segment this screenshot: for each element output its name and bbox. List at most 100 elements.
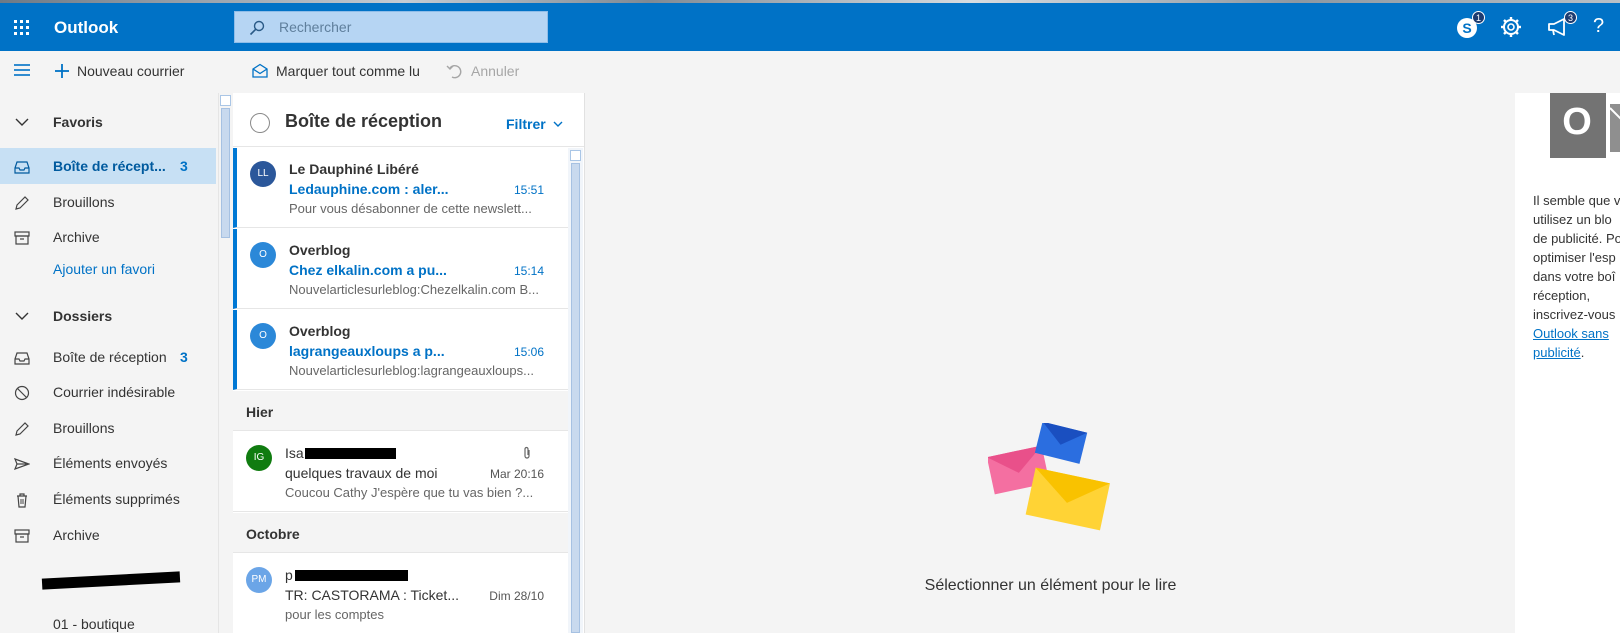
svg-text:S: S (1462, 20, 1471, 36)
folder-drafts[interactable]: Brouillons (0, 410, 216, 446)
folder-deleted[interactable]: Éléments supprimés (0, 481, 216, 517)
avatar: IG (246, 445, 272, 471)
favorite-inbox-count: 3 (180, 158, 188, 174)
message-sender: Le Dauphiné Libéré (289, 161, 419, 177)
feedback-badge: 3 (1564, 11, 1577, 24)
redacted-sender (295, 570, 408, 581)
search-box[interactable] (234, 11, 548, 43)
ad-line: réception, (1533, 288, 1591, 303)
scroll-up-arrow-icon[interactable] (570, 150, 581, 161)
new-mail-label: Nouveau courrier (77, 63, 185, 79)
chevron-down-icon (15, 118, 29, 126)
message-subject: Ledauphine.com : aler... (289, 181, 449, 197)
ad-free-link[interactable]: Outlook sans (1533, 326, 1609, 341)
app-launcher-icon[interactable] (14, 20, 30, 36)
select-all-checkbox[interactable] (250, 113, 270, 133)
search-input[interactable] (279, 12, 539, 42)
message-subject: Chez elkalin.com a pu... (289, 262, 447, 278)
ad-line: optimiser l'esp (1533, 250, 1616, 265)
paperclip-icon (524, 446, 530, 459)
favorite-drafts[interactable]: Brouillons (0, 184, 216, 220)
scroll-thumb[interactable] (571, 163, 580, 633)
message-item[interactable]: IG Isa quelques travaux de moi Mar 20:16… (233, 432, 568, 512)
pencil-icon (15, 422, 29, 436)
folder-archive[interactable]: Archive (0, 517, 216, 553)
ad-free-link-cont[interactable]: publicité (1533, 345, 1581, 360)
favorite-archive[interactable]: Archive (0, 219, 216, 255)
pencil-icon (15, 196, 29, 210)
ad-line: utilisez un blo (1533, 212, 1612, 227)
folder-boutique[interactable]: 01 - boutique (0, 606, 216, 633)
favorite-inbox[interactable]: Boîte de récept... 3 (0, 148, 216, 184)
message-subject: TR: CASTORAMA : Ticket... (285, 587, 459, 603)
message-time: 15:14 (513, 264, 544, 278)
folder-pane-scrollbar[interactable] (218, 93, 231, 633)
folders-label: Dossiers (53, 308, 113, 324)
avatar: PM (246, 567, 272, 593)
scroll-up-arrow-icon[interactable] (220, 95, 231, 106)
inbox-icon (14, 352, 30, 365)
message-item[interactable]: LL Le Dauphiné Libéré Ledauphine.com : a… (233, 148, 568, 228)
favorites-header[interactable]: Favoris (0, 104, 216, 140)
folder-junk[interactable]: Courrier indésirable (0, 374, 216, 410)
folders-header[interactable]: Dossiers (0, 298, 216, 334)
scroll-thumb[interactable] (221, 108, 230, 238)
message-preview: Nouvelarticlesurleblog:Chezelkalin.com B… (289, 282, 540, 297)
chevron-down-icon (15, 312, 29, 320)
redacted-folder-name (41, 571, 181, 590)
feedback-button[interactable]: 3 (1545, 11, 1577, 41)
help-icon[interactable]: ? (1593, 15, 1613, 43)
new-mail-button[interactable]: Nouveau courrier (54, 63, 184, 79)
app-title: Outlook (54, 18, 119, 37)
folder-deleted-label: Éléments supprimés (53, 491, 180, 507)
message-list-scrollbar[interactable] (568, 148, 583, 633)
plus-icon (55, 64, 69, 78)
mark-all-read-button[interactable]: Marquer tout comme lu (252, 63, 420, 79)
message-preview: Pour vous désabonner de cette newslett..… (289, 201, 532, 216)
envelopes-illustration (988, 423, 1110, 531)
folder-inbox[interactable]: Boîte de réception 3 (0, 339, 216, 375)
open-envelope-icon (252, 63, 268, 78)
message-item[interactable]: O Overblog lagrangeauxloups a p... 15:06… (233, 310, 568, 390)
folder-sent[interactable]: Éléments envoyés (0, 445, 216, 481)
undo-button[interactable]: Annuler (446, 63, 519, 79)
settings-button[interactable] (1497, 13, 1525, 41)
ad-line: dans votre boî (1533, 269, 1616, 284)
reading-pane: Sélectionner un élément pour le lire (586, 93, 1515, 633)
skype-button[interactable]: S 1 (1453, 11, 1485, 41)
inbox-icon (14, 161, 30, 174)
message-time: Mar 20:16 (489, 467, 544, 481)
archive-icon (14, 529, 30, 543)
message-time: Dim 28/10 (489, 589, 544, 603)
message-time: 15:51 (513, 183, 544, 197)
folder-drafts-label: Brouillons (53, 420, 115, 436)
message-subject: lagrangeauxloups a p... (289, 343, 445, 359)
hamburger-icon (14, 64, 30, 76)
favorite-inbox-label: Boîte de récept... (53, 158, 166, 174)
favorites-label: Favoris (53, 114, 103, 130)
ad-line: inscrivez-vous (1533, 307, 1616, 322)
message-preview: Coucou Cathy J'espère que tu vas bien ?.… (285, 485, 534, 500)
message-list-header: Boîte de réception Filtrer (233, 93, 584, 147)
avatar: O (250, 242, 276, 268)
folder-inbox-count: 3 (180, 349, 188, 365)
ad-period: . (1580, 345, 1585, 360)
folder-pane: Favoris Boîte de récept... 3 Brouillons … (0, 93, 218, 633)
avatar: O (250, 323, 276, 349)
message-time: 15:06 (513, 345, 544, 359)
skype-badge: 1 (1472, 11, 1485, 24)
nav-toggle-button[interactable] (12, 60, 32, 80)
add-favorite-link[interactable]: Ajouter un favori (53, 261, 155, 277)
message-preview: Nouvelarticlesurleblog:lagrangeauxloups.… (289, 363, 534, 378)
ad-line: Il semble que v (1533, 193, 1620, 208)
message-sender: Isa (285, 445, 304, 461)
ad-pane: O Il semble que v utilisez un blo de pub… (1515, 93, 1620, 633)
folder-junk-label: Courrier indésirable (53, 384, 176, 400)
app-header: Outlook S 1 3 ? (0, 3, 1620, 51)
favorite-archive-label: Archive (53, 229, 100, 245)
undo-label: Annuler (471, 63, 520, 79)
filter-button[interactable]: Filtrer (506, 116, 563, 132)
gear-icon (1501, 17, 1521, 37)
message-item[interactable]: O Overblog Chez elkalin.com a pu... 15:1… (233, 229, 568, 309)
message-item[interactable]: PM p TR: CASTORAMA : Ticket... Dim 28/10… (233, 554, 568, 633)
